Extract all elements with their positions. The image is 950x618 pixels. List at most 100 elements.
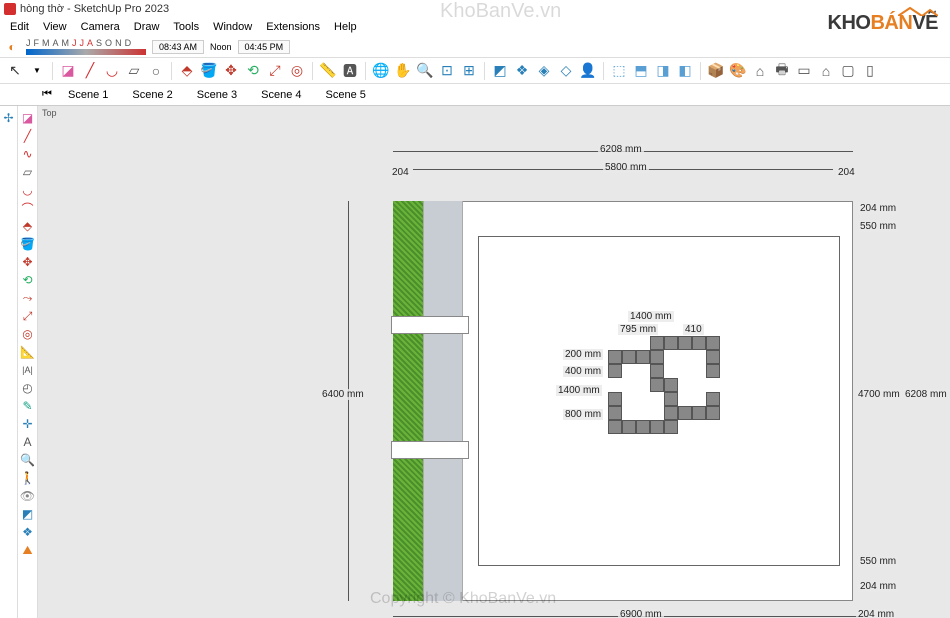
- scene-tab-2[interactable]: Scene 2: [122, 87, 182, 103]
- t-move-icon[interactable]: ✥: [20, 254, 36, 270]
- style1-icon[interactable]: ◈: [535, 62, 553, 80]
- step-2: [391, 441, 469, 459]
- t-axes2-icon[interactable]: ✛: [20, 416, 36, 432]
- window-icon[interactable]: ▢: [839, 62, 857, 80]
- t-paint-icon[interactable]: 🪣: [20, 236, 36, 252]
- t-follow-icon[interactable]: ⤳: [20, 290, 36, 306]
- paint-icon[interactable]: 🪣: [200, 62, 218, 80]
- t-line-icon[interactable]: ╱: [20, 128, 36, 144]
- dim-p800: 800 mm: [563, 409, 603, 420]
- watermark-top: KhoBanVe.vn: [440, 0, 561, 23]
- scene-tab-3[interactable]: Scene 3: [187, 87, 247, 103]
- dim-h-total: 6400 mm: [320, 389, 366, 400]
- window-title: hòng thờ - SketchUp Pro 2023: [20, 3, 169, 15]
- app-icon: [4, 3, 16, 15]
- materials-icon[interactable]: 🎨: [729, 62, 747, 80]
- pushpull-icon[interactable]: ⬘: [178, 62, 196, 80]
- t-arc-icon[interactable]: ◡: [20, 182, 36, 198]
- t-zoom-icon[interactable]: 🔍: [20, 452, 36, 468]
- noon-label: Noon: [210, 42, 232, 52]
- menu-view[interactable]: View: [37, 21, 73, 33]
- circle-icon[interactable]: ○: [147, 62, 165, 80]
- menu-extensions[interactable]: Extensions: [260, 21, 326, 33]
- t-look-icon[interactable]: 👁: [20, 488, 36, 504]
- menu-help[interactable]: Help: [328, 21, 363, 33]
- select-tool-icon[interactable]: ↖: [6, 62, 24, 80]
- t-layers2-icon[interactable]: ❖: [20, 524, 36, 540]
- house2-icon[interactable]: ⌂: [817, 62, 835, 80]
- t-text-icon[interactable]: ✎: [20, 398, 36, 414]
- scene-prev-icon[interactable]: ⏮: [40, 88, 54, 102]
- scene-tab-5[interactable]: Scene 5: [316, 87, 376, 103]
- menu-window[interactable]: Window: [207, 21, 258, 33]
- front-icon[interactable]: ◨: [654, 62, 672, 80]
- pan-icon[interactable]: ✋: [394, 62, 412, 80]
- menu-tools[interactable]: Tools: [167, 21, 205, 33]
- t-rotate-icon[interactable]: ⟲: [20, 272, 36, 288]
- t-offset-icon[interactable]: ◎: [20, 326, 36, 342]
- dim-p1400: 1400 mm: [628, 311, 674, 322]
- folder-icon[interactable]: ▭: [795, 62, 813, 80]
- t-section2-icon[interactable]: ◩: [20, 506, 36, 522]
- layers-icon[interactable]: ❖: [513, 62, 531, 80]
- time-gradient[interactable]: [26, 49, 146, 55]
- menu-draw[interactable]: Draw: [128, 21, 166, 33]
- arc-icon[interactable]: ◡: [103, 62, 121, 80]
- dim-p1400v: 1400 mm: [556, 385, 602, 396]
- t-sandbox-icon[interactable]: ⛰: [20, 542, 36, 558]
- t-protractor-icon[interactable]: ◴: [20, 380, 36, 396]
- zoom-icon[interactable]: 🔍: [416, 62, 434, 80]
- menu-edit[interactable]: Edit: [4, 21, 35, 33]
- side-icon[interactable]: ◧: [676, 62, 694, 80]
- t-tape-icon[interactable]: 📐: [20, 344, 36, 360]
- dim-p795: 795 mm: [618, 324, 658, 335]
- shadow-toggle-icon[interactable]: ◐: [4, 39, 20, 55]
- axes-icon[interactable]: ✢: [1, 110, 17, 126]
- text-icon[interactable]: 🅰: [341, 62, 359, 80]
- dim-p400: 400 mm: [563, 366, 603, 377]
- t-freehand-icon[interactable]: ∿: [20, 146, 36, 162]
- rect-icon[interactable]: ▱: [125, 62, 143, 80]
- iso-icon[interactable]: ⬚: [610, 62, 628, 80]
- grass-strip: [393, 201, 423, 601]
- rotate-icon[interactable]: ⟲: [244, 62, 262, 80]
- menu-camera[interactable]: Camera: [75, 21, 126, 33]
- scene-tab-4[interactable]: Scene 4: [251, 87, 311, 103]
- zoom-extents-icon[interactable]: ⊞: [460, 62, 478, 80]
- tape-icon[interactable]: 📏: [319, 62, 337, 80]
- print-icon[interactable]: 🖶: [773, 62, 791, 80]
- door-icon[interactable]: ▯: [861, 62, 879, 80]
- line-icon[interactable]: ╱: [81, 62, 99, 80]
- move-icon[interactable]: ✥: [222, 62, 240, 80]
- home-icon[interactable]: ⌂: [751, 62, 769, 80]
- dim-204l: 204: [390, 167, 411, 178]
- section-icon[interactable]: ◩: [491, 62, 509, 80]
- dim-p200: 200 mm: [563, 349, 603, 360]
- t-scale-icon[interactable]: ⤢: [20, 308, 36, 324]
- dim-r550t: 550 mm: [858, 221, 898, 232]
- orbit-icon[interactable]: 🌐: [372, 62, 390, 80]
- scale-icon[interactable]: ⤢: [266, 62, 284, 80]
- t-dim-icon[interactable]: |A|: [20, 362, 36, 378]
- component-icon[interactable]: 📦: [707, 62, 725, 80]
- t-3dtext-icon[interactable]: A: [20, 434, 36, 450]
- eraser-icon[interactable]: ◪: [59, 62, 77, 80]
- t-rect-icon[interactable]: ▱: [20, 164, 36, 180]
- dropdown-icon[interactable]: ▼: [28, 62, 46, 80]
- month-scale[interactable]: JF MA MJ JA SO ND: [26, 38, 146, 48]
- time-end[interactable]: 04:45 PM: [238, 40, 291, 54]
- person-icon[interactable]: 👤: [579, 62, 597, 80]
- time-start[interactable]: 08:43 AM: [152, 40, 204, 54]
- style2-icon[interactable]: ◇: [557, 62, 575, 80]
- viewport[interactable]: Top 6208 mm 5800 mm 204 204 6400 mm 204 …: [38, 106, 950, 618]
- t-walk-icon[interactable]: 🚶: [20, 470, 36, 486]
- zoom-window-icon[interactable]: ⊡: [438, 62, 456, 80]
- t-push-icon[interactable]: ⬘: [20, 218, 36, 234]
- scene-tab-1[interactable]: Scene 1: [58, 87, 118, 103]
- dim-w-total: 6208 mm: [598, 144, 644, 155]
- top-icon[interactable]: ⬒: [632, 62, 650, 80]
- t-arc2-icon[interactable]: ⌒: [20, 200, 36, 216]
- t-eraser-icon[interactable]: ◪: [20, 110, 36, 126]
- offset-icon[interactable]: ◎: [288, 62, 306, 80]
- workspace: ✢ ◪ ╱ ∿ ▱ ◡ ⌒ ⬘ 🪣 ✥ ⟲ ⤳ ⤢ ◎ 📐 |A| ◴ ✎ ✛ …: [0, 106, 950, 618]
